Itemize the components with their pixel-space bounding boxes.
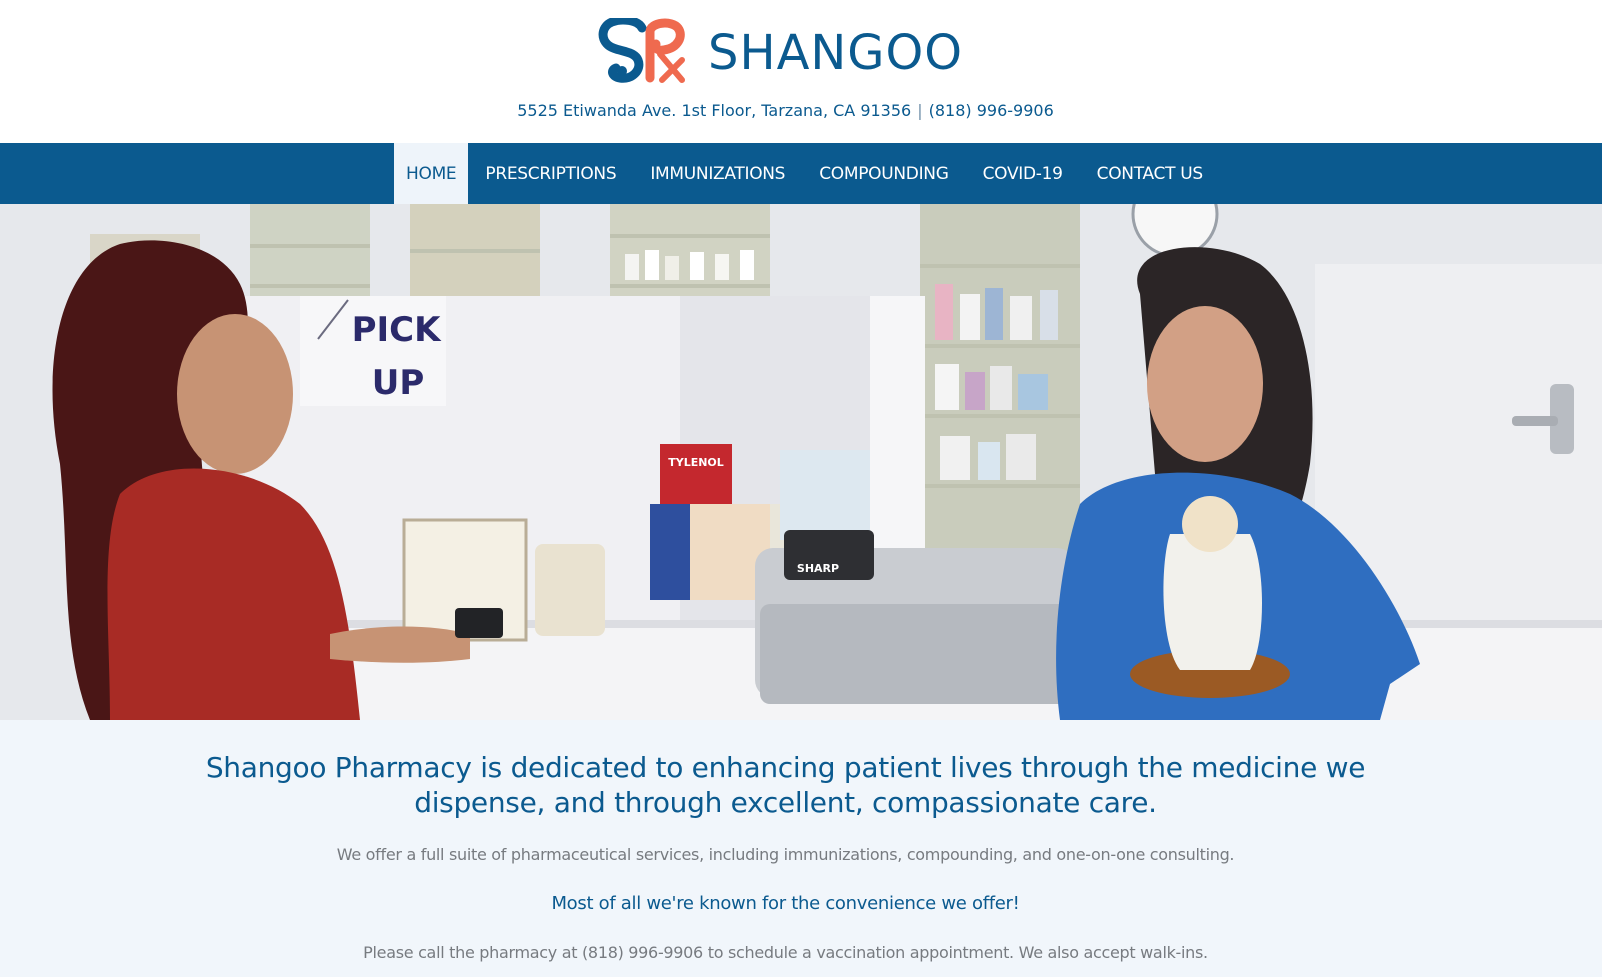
main-navigation: HOME PRESCRIPTIONS IMMUNIZATIONS COMPOUN… — [0, 143, 1602, 204]
sign-line-1: PICK — [352, 310, 443, 350]
product-label: TYLENOL — [668, 456, 724, 469]
nav-item-prescriptions[interactable]: PRESCRIPTIONS — [468, 143, 633, 204]
mission-headline: Shangoo Pharmacy is dedicated to enhanci… — [205, 751, 1366, 819]
contact-separator: | — [917, 101, 923, 120]
phone-link[interactable]: (818) 996-9906 — [929, 101, 1054, 120]
hero-image: PICK UP TYLENOL SHARP — [0, 204, 1602, 720]
shangoo-rx-logo-icon — [598, 18, 685, 83]
contact-line: 5525 Etiwanda Ave. 1st Floor, Tarzana, C… — [0, 101, 1571, 120]
sign-line-2: UP — [372, 363, 425, 403]
convenience-tagline: Most of all we're known for the convenie… — [551, 893, 1020, 914]
vaccination-call-note: Please call the pharmacy at (818) 996-99… — [363, 943, 1208, 962]
site-logo[interactable]: SHANGOO — [598, 18, 963, 84]
nav-list: HOME PRESCRIPTIONS IMMUNIZATIONS COMPOUN… — [394, 143, 1220, 204]
brand-name: SHANGOO — [708, 25, 964, 81]
nav-item-immunizations[interactable]: IMMUNIZATIONS — [633, 143, 802, 204]
pharmacy-counter-illustration: PICK UP TYLENOL SHARP — [0, 204, 1602, 720]
site-header: SHANGOO 5525 Etiwanda Ave. 1st Floor, Ta… — [0, 0, 1602, 143]
register-brand: SHARP — [797, 562, 839, 575]
nav-item-covid-19[interactable]: COVID-19 — [966, 143, 1080, 204]
nav-item-contact-us[interactable]: CONTACT US — [1080, 143, 1220, 204]
services-text: We offer a full suite of pharmaceutical … — [336, 845, 1235, 864]
pick-up-sign: PICK UP — [300, 296, 446, 406]
nav-item-home[interactable]: HOME — [394, 143, 469, 204]
address-text: 5525 Etiwanda Ave. 1st Floor, Tarzana, C… — [517, 101, 912, 120]
intro-section: Shangoo Pharmacy is dedicated to enhanci… — [0, 720, 1602, 977]
nav-item-compounding[interactable]: COMPOUNDING — [802, 143, 965, 204]
